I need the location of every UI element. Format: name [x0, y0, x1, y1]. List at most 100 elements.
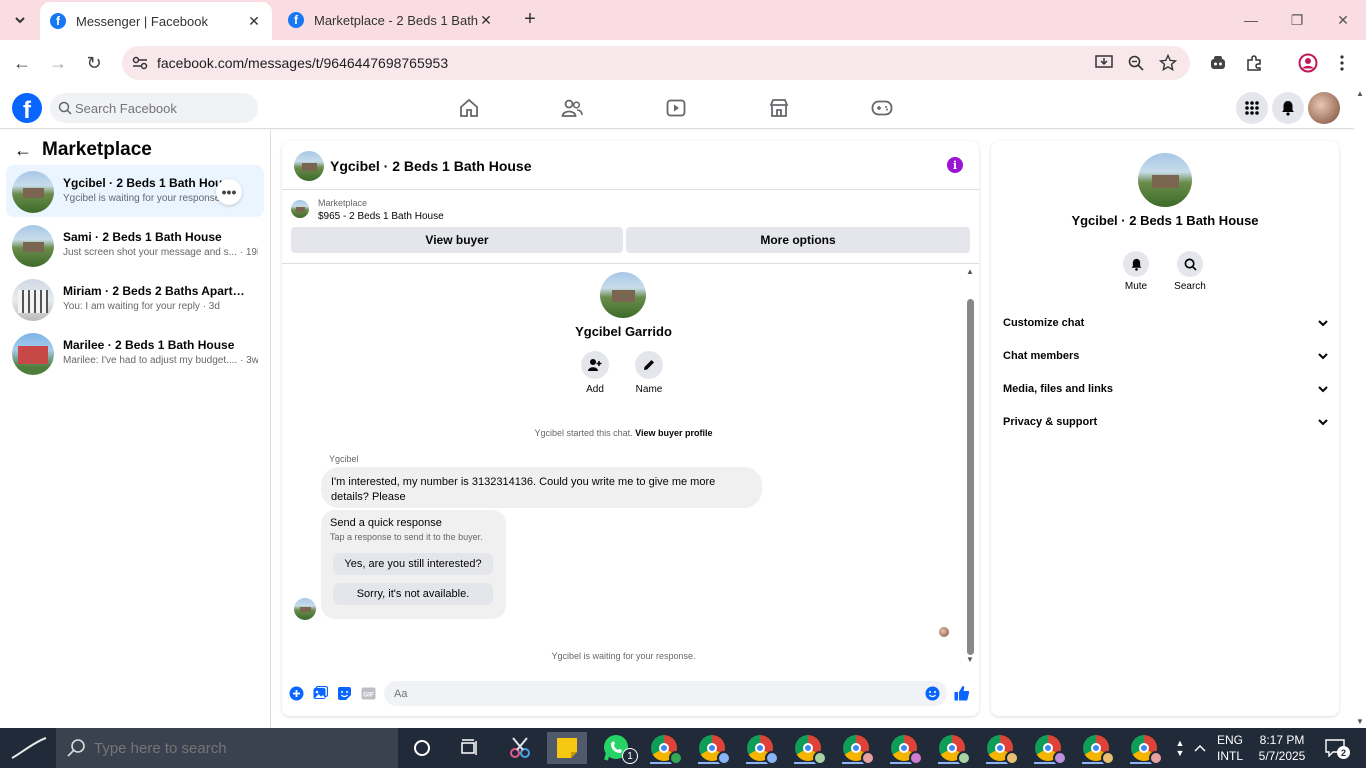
- media-files-links-section[interactable]: Media, files and links: [1003, 378, 1329, 400]
- forward-icon[interactable]: →: [46, 51, 70, 75]
- sticker-icon[interactable]: [336, 685, 352, 701]
- message-input-wrap[interactable]: [384, 681, 947, 706]
- menu-grid-icon[interactable]: [1236, 92, 1268, 124]
- taskbar-search[interactable]: [56, 728, 398, 768]
- more-options-button[interactable]: More options: [626, 227, 970, 253]
- search-chat-icon[interactable]: [1177, 251, 1203, 277]
- chrome-profile-icon[interactable]: [740, 732, 780, 765]
- view-buyer-profile-link[interactable]: View buyer profile: [635, 428, 712, 438]
- message-input[interactable]: [394, 681, 914, 706]
- task-view-icon[interactable]: [450, 732, 490, 764]
- system-clock[interactable]: 8:17 PM 5/7/2025: [1254, 732, 1310, 764]
- scroll-down-arrow[interactable]: ▼: [965, 655, 975, 665]
- whatsapp-icon[interactable]: 1: [596, 732, 638, 764]
- add-friend-icon[interactable]: [581, 351, 609, 379]
- chrome-profile-icon[interactable]: [1076, 732, 1116, 765]
- minimize-icon[interactable]: —: [1228, 0, 1274, 40]
- chrome-profile-icon[interactable]: [1124, 732, 1164, 765]
- snipping-tool-icon[interactable]: [500, 732, 540, 764]
- conversation-item[interactable]: Marilee · 2 Beds 1 Bath House Marilee: I…: [6, 327, 264, 379]
- cortana-icon[interactable]: [402, 732, 442, 764]
- friends-icon[interactable]: [559, 95, 585, 121]
- close-tab-icon[interactable]: ✕: [246, 13, 262, 30]
- facebook-search-input[interactable]: [75, 93, 253, 123]
- sticky-notes-icon[interactable]: [547, 732, 587, 764]
- chrome-profile-icon[interactable]: [644, 732, 684, 765]
- listing-price-title[interactable]: $965 - 2 Beds 1 Bath House: [318, 211, 444, 222]
- browser-toolbar: ← → ↻ facebook.com/messages/t/9646447698…: [0, 40, 1366, 86]
- tab-marketplace[interactable]: f Marketplace - 2 Beds 1 Bath Ho ✕: [278, 0, 504, 40]
- photo-icon[interactable]: [312, 685, 328, 701]
- page-scrollbar[interactable]: ▲ ▼: [1354, 87, 1366, 728]
- gaming-icon[interactable]: [869, 95, 895, 121]
- conversation-item[interactable]: Ygcibel · 2 Beds 1 Bath House Ygcibel is…: [6, 165, 264, 217]
- buyer-avatar[interactable]: [600, 272, 646, 318]
- view-buyer-button[interactable]: View buyer: [291, 227, 623, 253]
- privacy-support-section[interactable]: Privacy & support: [1003, 411, 1329, 433]
- chat-scrollbar-thumb[interactable]: [967, 299, 974, 655]
- notification-center-icon[interactable]: 2: [1318, 728, 1352, 768]
- section-label: Customize chat: [1003, 317, 1085, 329]
- profile-icon[interactable]: [1296, 51, 1320, 75]
- emoji-icon[interactable]: [924, 685, 940, 701]
- chrome-profile-icon[interactable]: [1028, 732, 1068, 765]
- chat-members-section[interactable]: Chat members: [1003, 345, 1329, 367]
- incoming-message[interactable]: I'm interested, my number is 3132314136.…: [321, 467, 762, 508]
- conversation-item[interactable]: Miriam · 2 Beds 2 Baths Apartmen... You:…: [6, 273, 264, 325]
- address-bar[interactable]: facebook.com/messages/t/9646447698765953: [122, 46, 1190, 80]
- mute-bell-icon[interactable]: [1123, 251, 1149, 277]
- facebook-logo-icon[interactable]: f: [12, 93, 42, 123]
- site-settings-icon[interactable]: [130, 53, 150, 73]
- taskbar-scroll-down-icon[interactable]: ▼: [1176, 748, 1185, 758]
- home-icon[interactable]: [456, 95, 482, 121]
- new-tab-button[interactable]: +: [518, 8, 542, 32]
- scroll-down-arrow[interactable]: ▼: [1356, 717, 1364, 726]
- chrome-profile-icon[interactable]: [836, 732, 876, 765]
- video-icon[interactable]: [663, 95, 689, 121]
- zoom-icon[interactable]: [1126, 53, 1146, 73]
- install-app-icon[interactable]: [1094, 53, 1114, 73]
- thumbs-up-icon[interactable]: [954, 685, 970, 701]
- quick-reply-yes-button[interactable]: Yes, are you still interested?: [333, 553, 493, 575]
- chrome-profile-icon[interactable]: [932, 732, 972, 765]
- extension-icon[interactable]: [1206, 51, 1230, 75]
- bookmark-star-icon[interactable]: [1158, 53, 1178, 73]
- customize-chat-section[interactable]: Customize chat: [1003, 312, 1329, 334]
- scroll-up-arrow[interactable]: ▲: [1356, 89, 1364, 98]
- marketplace-icon[interactable]: [766, 95, 792, 121]
- info-icon[interactable]: i: [947, 157, 963, 173]
- taskbar-search-input[interactable]: [94, 733, 394, 763]
- tab-messenger[interactable]: f Messenger | Facebook ✕: [40, 2, 272, 40]
- chrome-menu-icon[interactable]: [1330, 51, 1354, 75]
- more-options-icon[interactable]: •••: [216, 179, 242, 205]
- taskbar-scroll-up-icon[interactable]: ▲: [1176, 738, 1185, 748]
- language-code: ENG: [1216, 733, 1243, 747]
- chrome-profile-icon[interactable]: [788, 732, 828, 765]
- edit-name-icon[interactable]: [635, 351, 663, 379]
- extensions-puzzle-icon[interactable]: [1242, 51, 1266, 75]
- restore-icon[interactable]: ❐: [1274, 0, 1320, 40]
- chrome-profile-icon[interactable]: [692, 732, 732, 765]
- chat-title[interactable]: Ygcibel · 2 Beds 1 Bath House: [330, 158, 532, 174]
- reload-icon[interactable]: ↻: [82, 51, 106, 75]
- close-window-icon[interactable]: ✕: [1320, 0, 1366, 40]
- account-avatar[interactable]: [1308, 92, 1340, 124]
- notifications-bell-icon[interactable]: [1272, 92, 1304, 124]
- taskbar-scroll-arrows[interactable]: ▲ ▼: [1170, 728, 1190, 768]
- quick-reply-no-button[interactable]: Sorry, it's not available.: [333, 583, 493, 605]
- scroll-up-arrow[interactable]: ▲: [965, 267, 975, 277]
- close-tab-icon[interactable]: ✕: [478, 12, 494, 29]
- back-icon[interactable]: ←: [10, 51, 34, 75]
- chrome-profile-icon[interactable]: [980, 732, 1020, 765]
- chrome-profile-icon[interactable]: [884, 732, 924, 765]
- start-button[interactable]: [0, 728, 56, 768]
- tab-search-button[interactable]: [8, 8, 32, 32]
- plus-icon[interactable]: [288, 685, 304, 701]
- conversation-item[interactable]: Sami · 2 Beds 1 Bath House Just screen s…: [6, 219, 264, 271]
- language-indicator[interactable]: ENG INTL: [1208, 732, 1252, 764]
- gif-icon[interactable]: GIF: [360, 685, 376, 701]
- chat-avatar[interactable]: [294, 151, 324, 181]
- show-hidden-icons-icon[interactable]: [1190, 728, 1210, 768]
- back-arrow-icon[interactable]: ←: [14, 140, 34, 161]
- facebook-search[interactable]: [50, 93, 258, 123]
